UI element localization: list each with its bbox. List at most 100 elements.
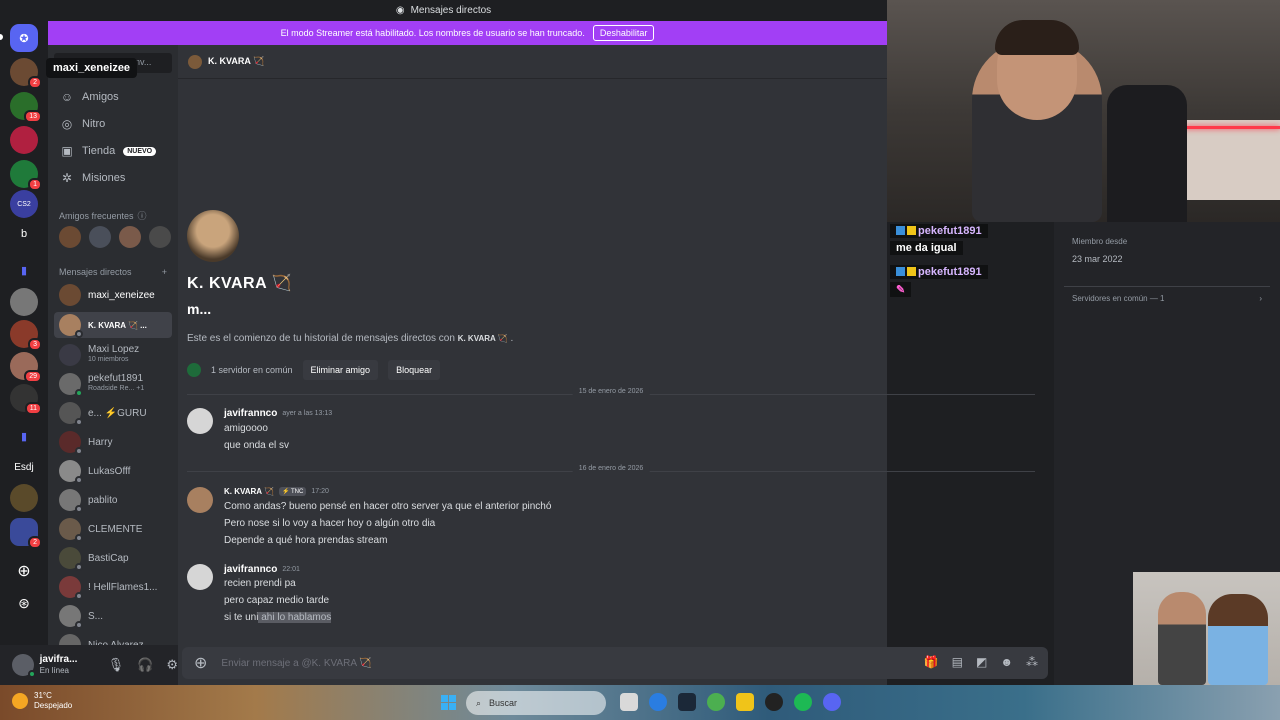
add-server-icon[interactable]: ⊕ xyxy=(10,557,38,585)
avatar[interactable] xyxy=(187,487,213,513)
server-esdj[interactable]: Esdj xyxy=(10,453,38,481)
message-input[interactable]: ⊕ Enviar mensaje a @K. KVARA 🏹 🎁 ▤ ◩ ☻ ⁂ xyxy=(182,647,1048,679)
photo-overlay xyxy=(1133,572,1280,685)
disable-streamer-button[interactable]: Deshabilitar xyxy=(592,25,655,41)
server-11[interactable]: 11 xyxy=(10,384,42,415)
spotify-icon[interactable] xyxy=(794,693,812,711)
common-servers-link[interactable]: 1 servidor en común xyxy=(211,365,293,375)
weather-widget[interactable]: 31°C Despejado xyxy=(12,691,72,711)
dm-header: Mensajes directos + xyxy=(59,267,167,277)
server-cs2[interactable]: CS2 xyxy=(10,190,38,218)
server-guru[interactable]: 13 xyxy=(10,92,42,123)
folder-icon[interactable] xyxy=(736,693,754,711)
dm-item[interactable]: Harry xyxy=(54,429,172,455)
server-10[interactable]: 29 xyxy=(10,352,42,383)
file-explorer-icon[interactable] xyxy=(620,693,638,711)
chat-username: pekefut1891 xyxy=(890,265,988,279)
server-14[interactable] xyxy=(10,484,38,512)
mic-icon[interactable]: 🎙 xyxy=(108,657,125,673)
person-left xyxy=(1158,592,1206,685)
common-actions: 1 servidor en común Eliminar amigo Bloqu… xyxy=(187,360,441,380)
avatar[interactable] xyxy=(12,654,36,678)
sticker-icon[interactable]: ◩ xyxy=(976,655,987,669)
nav-nitro[interactable]: ◎ Nitro xyxy=(60,117,105,131)
plus-icon[interactable]: ⊕ xyxy=(194,653,207,673)
badge-icon xyxy=(907,226,916,235)
dm-item[interactable]: S... xyxy=(54,603,172,629)
avatar[interactable] xyxy=(187,408,213,434)
emote-icon: ✎ xyxy=(890,282,912,297)
block-button[interactable]: Bloquear xyxy=(388,360,441,380)
dm-item[interactable]: pekefut1891 Roadside Re... +1 xyxy=(54,371,172,397)
dm-item[interactable]: e... ⚡GURU xyxy=(54,400,172,426)
server-b[interactable]: b xyxy=(10,220,38,248)
dm-item[interactable]: K. KVARA 🏹 ... xyxy=(54,312,172,338)
discord-home-icon[interactable]: ✪ xyxy=(10,24,38,52)
nitro-icon: ◎ xyxy=(61,117,73,131)
selected-text: ahi lo hablamos xyxy=(258,612,332,623)
dm-item[interactable]: LukasOfff xyxy=(54,458,172,484)
obs-icon[interactable] xyxy=(765,693,783,711)
common-servers-row[interactable]: Servidores en común — 1 › xyxy=(1064,286,1270,308)
taskbar-search[interactable]: ⌕ Buscar xyxy=(466,691,606,715)
server-9[interactable]: 3 xyxy=(10,320,42,351)
message-author[interactable]: javifrannco xyxy=(224,408,277,419)
nav-friends[interactable]: ☺ Amigos xyxy=(60,90,119,104)
server-8[interactable] xyxy=(10,288,38,316)
discord-icon[interactable] xyxy=(823,693,841,711)
folder-icon[interactable]: ▮ xyxy=(10,422,38,450)
gif-icon[interactable]: ▤ xyxy=(952,655,963,669)
windows-start-icon[interactable] xyxy=(441,695,456,710)
gift-icon[interactable]: 🎁 xyxy=(924,655,939,669)
create-dm-icon[interactable]: + xyxy=(162,267,167,277)
server-tooltip: maxi_xeneizee xyxy=(46,58,138,78)
info-icon: ⓘ xyxy=(137,211,147,221)
avatar[interactable] xyxy=(89,226,111,248)
chrome-icon[interactable] xyxy=(707,693,725,711)
avatar[interactable] xyxy=(187,564,213,590)
avatar xyxy=(188,54,202,69)
dm-intro-text: Este es el comienzo de tu historial de m… xyxy=(187,333,514,344)
sun-icon xyxy=(12,693,28,709)
dm-item[interactable]: BastiCap xyxy=(54,545,172,571)
message-time: 17:20 xyxy=(311,488,329,495)
apps-icon[interactable]: ⁂ xyxy=(1026,655,1038,669)
avatar[interactable] xyxy=(149,226,171,248)
avatar xyxy=(59,605,83,629)
dm-sidebar: a conv... ☺Amigos ◎Nitro ▣TiendaNUEVO ✲M… xyxy=(48,45,178,685)
message-author[interactable]: K. KVARA 🏹 xyxy=(224,487,274,496)
avatar[interactable] xyxy=(59,226,81,248)
dm-item[interactable]: CLEMENTE xyxy=(54,516,172,542)
badge-icon xyxy=(896,226,905,235)
remove-friend-button[interactable]: Eliminar amigo xyxy=(302,360,379,380)
nav-shop[interactable]: ▣ Tienda NUEVO xyxy=(60,144,157,158)
steam-icon[interactable] xyxy=(678,693,696,711)
title-bar: ◉ Mensajes directos xyxy=(0,0,887,20)
discover-icon[interactable]: ⊛ xyxy=(10,589,38,617)
emoji-icon[interactable]: ☻ xyxy=(1000,655,1013,669)
server-4[interactable]: 1 xyxy=(10,160,42,191)
dm-item[interactable]: pablito xyxy=(54,487,172,513)
dm-icon: ◉ xyxy=(395,4,405,16)
edge-icon[interactable] xyxy=(649,693,667,711)
dm-item[interactable]: Maxi Lopez 10 miembros xyxy=(54,342,172,368)
headphones-icon[interactable]: 🎧 xyxy=(137,657,153,673)
streamer-hair xyxy=(995,20,1079,55)
server-maxi-xeneizee[interactable]: 2 xyxy=(10,58,42,89)
avatar[interactable] xyxy=(119,226,141,248)
message-line: pero capaz medio tarde xyxy=(224,595,330,606)
screen: ◉ Mensajes directos El modo Streamer est… xyxy=(0,0,1280,720)
webcam-overlay xyxy=(887,0,1280,222)
server-rail: ✪ 2 13 1 CS2 b ▮ 3 29 11 ▮ Esdj 2 ⊕ ⊛ xyxy=(0,20,48,685)
nav-quests[interactable]: ✲ Misiones xyxy=(60,171,125,185)
selected-indicator xyxy=(0,34,3,40)
server-3[interactable] xyxy=(10,126,38,154)
gear-icon[interactable]: ⚙ xyxy=(166,657,178,673)
dm-item[interactable]: ! HellFlames1... xyxy=(54,574,172,600)
folder-icon[interactable]: ▮ xyxy=(10,256,38,284)
message-author[interactable]: javifrannco xyxy=(224,564,277,575)
message-line: Pero nose si lo voy a hacer hoy o algún … xyxy=(224,518,436,529)
dm-item[interactable]: maxi_xeneizee xyxy=(54,282,172,308)
profile-avatar[interactable] xyxy=(187,210,239,262)
server-folder-3[interactable]: 2 xyxy=(10,518,42,549)
